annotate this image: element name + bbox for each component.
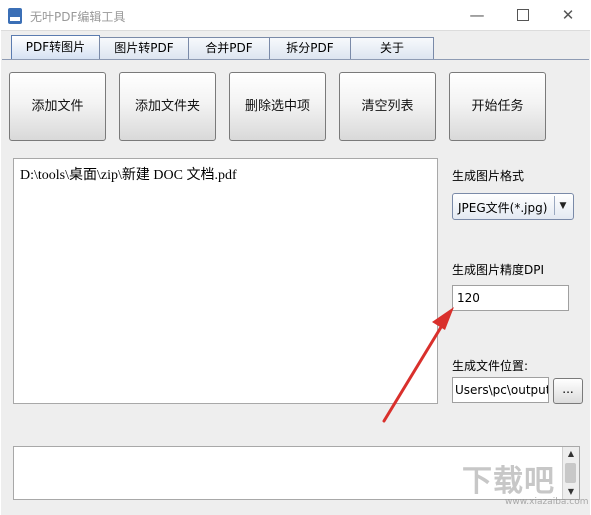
window-title: 无叶PDF编辑工具 (30, 10, 126, 24)
minimize-icon: — (469, 6, 485, 24)
app-client-area: PDF转图片 图片转PDF 合并PDF 拆分PDF 关于 添加文件 添加文件夹 … (1, 30, 590, 515)
add-file-button[interactable]: 添加文件 (9, 72, 106, 141)
log-scrollbar[interactable]: ▲ ▼ (562, 447, 579, 499)
scroll-up-icon[interactable]: ▲ (563, 447, 579, 461)
tab-pdf-to-image[interactable]: PDF转图片 (11, 35, 100, 60)
title-bar: 无叶PDF编辑工具 — ✕ (0, 0, 591, 30)
tab-merge-pdf[interactable]: 合并PDF (188, 37, 270, 59)
file-list[interactable]: D:\tools\桌面\zip\新建 DOC 文档.pdf (13, 158, 438, 404)
watermark-url: www.xiazaiba.com (505, 497, 589, 507)
output-location-label: 生成文件位置: (452, 359, 529, 373)
clear-list-button[interactable]: 清空列表 (339, 72, 436, 141)
close-button[interactable]: ✕ (545, 0, 591, 30)
close-icon: ✕ (561, 6, 575, 24)
chevron-down-icon[interactable]: ▼ (554, 196, 571, 215)
format-select-value: JPEG文件(*.jpg) (458, 201, 548, 215)
dpi-label: 生成图片精度DPI (452, 263, 545, 277)
format-label: 生成图片格式 (452, 169, 525, 183)
tab-image-to-pdf[interactable]: 图片转PDF (99, 37, 189, 59)
format-select[interactable]: JPEG文件(*.jpg) ▼ (452, 193, 574, 220)
start-task-button[interactable]: 开始任务 (449, 72, 546, 141)
maximize-button[interactable] (500, 0, 546, 30)
scroll-thumb[interactable] (565, 463, 576, 483)
tab-about[interactable]: 关于 (350, 37, 434, 59)
add-folder-button[interactable]: 添加文件夹 (119, 72, 216, 141)
list-item[interactable]: D:\tools\桌面\zip\新建 DOC 文档.pdf (20, 164, 237, 184)
tab-split-pdf[interactable]: 拆分PDF (269, 37, 351, 59)
delete-selected-button[interactable]: 删除选中项 (229, 72, 326, 141)
minimize-button[interactable]: — (454, 0, 500, 30)
output-location-input[interactable]: Users\pc\output (452, 377, 549, 403)
maximize-icon (517, 9, 529, 21)
dpi-input[interactable]: 120 (452, 285, 569, 311)
watermark-logo: 下载吧 (462, 464, 555, 499)
app-icon (8, 8, 22, 24)
browse-button[interactable]: ... (553, 378, 583, 404)
